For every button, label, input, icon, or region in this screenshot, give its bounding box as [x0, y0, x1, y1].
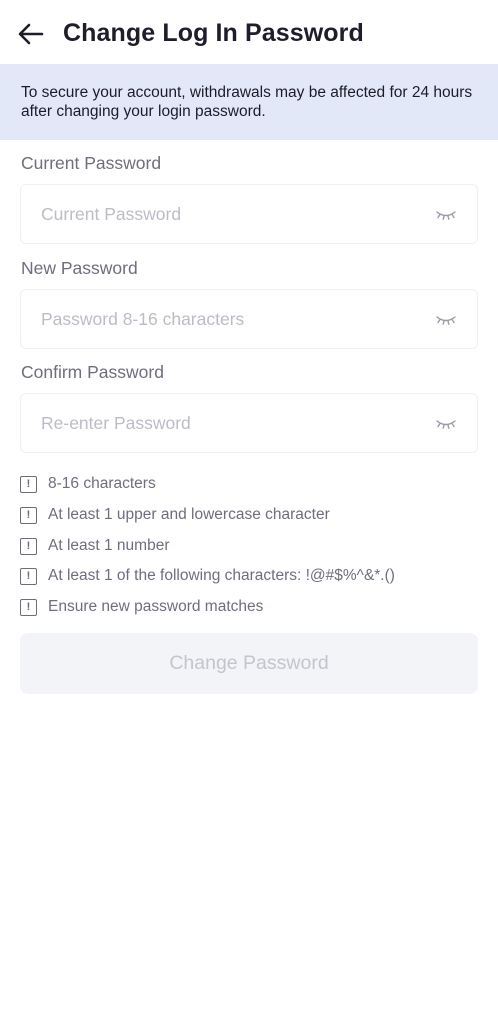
- new-password-input[interactable]: [41, 290, 421, 348]
- requirement-text: At least 1 of the following characters: …: [48, 567, 395, 584]
- requirement-item: ! At least 1 of the following characters…: [20, 566, 395, 586]
- back-arrow-icon[interactable]: [18, 22, 44, 46]
- eye-closed-icon[interactable]: [436, 209, 456, 221]
- requirement-text: At least 1 number: [48, 537, 170, 554]
- confirm-password-input[interactable]: [41, 394, 421, 452]
- current-password-label: Current Password: [21, 153, 162, 173]
- security-notice-banner: To secure your account, withdrawals may …: [0, 64, 498, 140]
- eye-closed-icon[interactable]: [436, 314, 456, 326]
- current-password-field: [20, 184, 478, 244]
- app-header: Change Log In Password: [0, 0, 498, 64]
- requirement-item: ! At least 1 number: [20, 536, 169, 556]
- requirement-item: ! 8-16 characters: [20, 474, 156, 494]
- requirement-item: ! Ensure new password matches: [20, 597, 263, 617]
- requirement-text: Ensure new password matches: [48, 598, 264, 615]
- security-notice-text: To secure your account, withdrawals may …: [21, 84, 473, 120]
- new-password-field: [20, 289, 478, 349]
- requirement-text: At least 1 upper and lowercase character: [48, 506, 330, 523]
- exclamation-box-icon: !: [20, 537, 37, 555]
- requirement-item: ! At least 1 upper and lowercase charact…: [20, 505, 330, 525]
- confirm-password-field: [20, 393, 478, 453]
- new-password-label: New Password: [21, 258, 138, 278]
- page-title: Change Log In Password: [63, 19, 364, 47]
- exclamation-box-icon: !: [20, 475, 37, 493]
- requirement-text: 8-16 characters: [48, 475, 156, 492]
- confirm-password-label: Confirm Password: [21, 362, 164, 382]
- exclamation-box-icon: !: [20, 567, 37, 585]
- exclamation-box-icon: !: [20, 506, 37, 524]
- current-password-input[interactable]: [41, 185, 421, 243]
- eye-closed-icon[interactable]: [436, 418, 456, 430]
- change-password-button[interactable]: Change Password: [20, 633, 478, 694]
- exclamation-box-icon: !: [20, 598, 37, 616]
